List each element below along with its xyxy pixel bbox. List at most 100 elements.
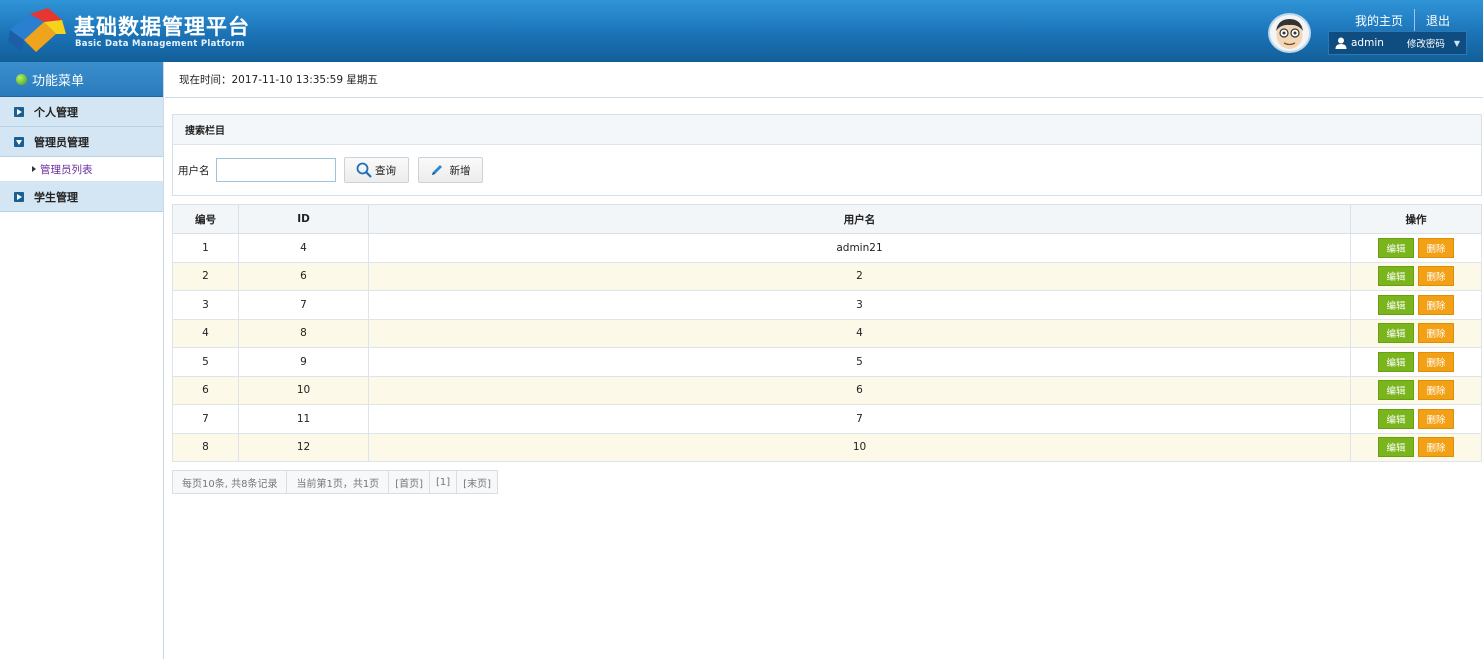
- delete-button[interactable]: 删除: [1418, 380, 1454, 401]
- collapse-arrow-icon: [14, 136, 24, 147]
- sidebar-group-label: 学生管理: [34, 190, 78, 204]
- cell-actions: 编辑 删除: [1350, 261, 1482, 291]
- cell-no: 2: [172, 261, 239, 291]
- add-button[interactable]: 新增: [417, 157, 483, 183]
- row-actions: 编辑 删除: [1351, 266, 1481, 287]
- sidebar-header: 功能菜单: [0, 62, 163, 97]
- sidebar-item-label: 管理员列表: [40, 163, 93, 176]
- cell-id: 8: [238, 318, 369, 348]
- column-header-id: ID: [238, 204, 369, 234]
- sidebar-group-label: 管理员管理: [34, 135, 89, 149]
- pager-last-link[interactable]: [末页]: [457, 471, 497, 493]
- row-actions: 编辑 删除: [1351, 323, 1481, 344]
- cell-no: 8: [172, 432, 239, 462]
- nav-divider: [1414, 9, 1416, 31]
- sidebar-group-student[interactable]: 学生管理: [0, 182, 163, 212]
- admin-table: 编号 ID 用户名 操作 1 4 admin21 编辑 删除 2 6 2 编辑 删除 3 7 3 编辑 删除…: [172, 204, 1482, 462]
- cell-id: 7: [238, 290, 369, 320]
- pager-page-1-link[interactable]: [1]: [430, 471, 458, 493]
- table-row: 2 6 2 编辑 删除: [172, 261, 1482, 291]
- platform-title: 基础数据管理平台: [74, 15, 250, 39]
- user-avatar[interactable]: [1268, 13, 1311, 53]
- username-search-input[interactable]: [215, 158, 336, 182]
- pagination: 每页10条, 共8条记录 当前第1页，共1页 [首页] [1] [末页]: [172, 470, 498, 494]
- delete-button[interactable]: 删除: [1418, 408, 1454, 429]
- edit-button[interactable]: 编辑: [1378, 294, 1414, 315]
- sidebar-group-personal[interactable]: 个人管理: [0, 97, 163, 127]
- column-header-username: 用户名: [368, 204, 1351, 234]
- logout-link[interactable]: 退出: [1426, 12, 1450, 29]
- cell-no: 6: [172, 375, 239, 405]
- cell-no: 7: [172, 404, 239, 434]
- pager-first-link[interactable]: [首页]: [389, 471, 430, 493]
- column-header-actions: 操作: [1350, 204, 1482, 234]
- cell-id: 11: [238, 404, 369, 434]
- table-row: 7 11 7 编辑 删除: [172, 404, 1482, 434]
- header-nav: 我的主页 退出: [1355, 9, 1450, 31]
- cell-username: 5: [368, 347, 1351, 377]
- expand-arrow-icon: [14, 106, 24, 117]
- delete-button[interactable]: 删除: [1418, 294, 1454, 315]
- cell-username: admin21: [368, 233, 1351, 263]
- cell-username: 2: [368, 261, 1351, 291]
- table-row: 5 9 5 编辑 删除: [172, 347, 1482, 377]
- edit-button[interactable]: 编辑: [1378, 380, 1414, 401]
- cell-actions: 编辑 删除: [1350, 318, 1482, 348]
- change-password-link[interactable]: 修改密码: [1407, 36, 1445, 50]
- edit-button[interactable]: 编辑: [1378, 408, 1414, 429]
- delete-button[interactable]: 删除: [1418, 351, 1454, 372]
- row-actions: 编辑 删除: [1351, 437, 1481, 458]
- current-time-text: 现在时间：2017-11-10 13:35:59 星期五: [179, 74, 378, 86]
- cell-no: 3: [172, 290, 239, 320]
- avatar-face-icon: [1276, 19, 1303, 49]
- user-icon: [1335, 37, 1347, 49]
- cell-actions: 编辑 删除: [1350, 233, 1482, 263]
- cell-id: 10: [238, 375, 369, 405]
- add-button-label: 新增: [449, 164, 471, 177]
- row-actions: 编辑 删除: [1351, 408, 1481, 429]
- triangle-right-icon: [32, 166, 36, 172]
- green-ball-icon: [16, 73, 27, 85]
- row-actions: 编辑 删除: [1351, 351, 1481, 372]
- edit-button[interactable]: 编辑: [1378, 237, 1414, 258]
- table-body: 1 4 admin21 编辑 删除 2 6 2 编辑 删除 3 7 3 编辑 删除 4 8 4 编辑 删除 5 9 5 编辑删…: [172, 233, 1482, 462]
- expand-arrow-icon: [14, 191, 24, 202]
- cell-username: 4: [368, 318, 1351, 348]
- table-row: 4 8 4 编辑 删除: [172, 318, 1482, 348]
- query-button-label: 查询: [375, 164, 396, 177]
- current-time-bar: 现在时间：2017-11-10 13:35:59 星期五: [165, 62, 1483, 98]
- table-row: 8 12 10 编辑 删除: [172, 432, 1482, 462]
- sidebar-item-admin-list[interactable]: 管理员列表: [0, 157, 163, 182]
- cell-username: 7: [368, 404, 1351, 434]
- sidebar: 功能菜单 个人管理 管理员管理 管理员列表 学生管理: [0, 62, 164, 659]
- search-panel-header: 搜索栏目: [173, 115, 1481, 145]
- edit-button[interactable]: 编辑: [1378, 323, 1414, 344]
- pager-current: 当前第1页，共1页: [287, 471, 390, 493]
- username-label: admin: [1351, 37, 1384, 49]
- home-link[interactable]: 我的主页: [1355, 12, 1403, 29]
- sidebar-title: 功能菜单: [32, 73, 85, 89]
- cell-id: 6: [238, 261, 369, 291]
- edit-button[interactable]: 编辑: [1378, 351, 1414, 372]
- query-button[interactable]: 查询: [343, 157, 409, 183]
- sidebar-group-admin[interactable]: 管理员管理: [0, 127, 163, 157]
- edit-button[interactable]: 编辑: [1378, 266, 1414, 287]
- table-row: 6 10 6 编辑 删除: [172, 375, 1482, 405]
- user-bar[interactable]: admin 修改密码 ▼: [1328, 31, 1467, 55]
- search-panel: 搜索栏目 用户名 查询 新增: [172, 114, 1482, 196]
- chevron-down-icon[interactable]: ▼: [1454, 39, 1460, 48]
- delete-button[interactable]: 删除: [1418, 266, 1454, 287]
- edit-button[interactable]: 编辑: [1378, 437, 1414, 458]
- cell-no: 1: [172, 233, 239, 263]
- cell-actions: 编辑 删除: [1350, 432, 1482, 462]
- column-header-no: 编号: [172, 204, 239, 234]
- cell-username: 6: [368, 375, 1351, 405]
- delete-button[interactable]: 删除: [1418, 437, 1454, 458]
- table-row: 1 4 admin21 编辑 删除: [172, 233, 1482, 263]
- cell-no: 5: [172, 347, 239, 377]
- delete-button[interactable]: 删除: [1418, 323, 1454, 344]
- table-header-row: 编号 ID 用户名 操作: [172, 204, 1482, 234]
- delete-button[interactable]: 删除: [1418, 237, 1454, 258]
- cell-id: 4: [238, 233, 369, 263]
- top-header: 基础数据管理平台 Basic Data Management Platform …: [0, 0, 1483, 62]
